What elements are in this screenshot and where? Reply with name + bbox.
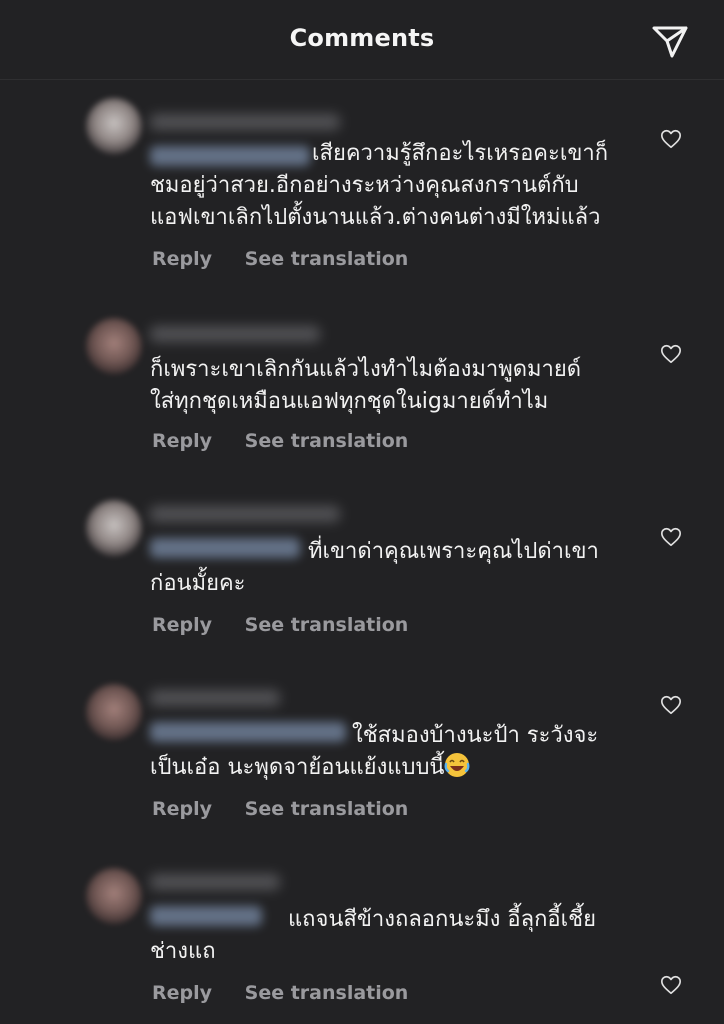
- comment-line: ช่างแถ: [150, 939, 216, 964]
- comment-line: เสียความรู้สึกอะไรเหรอคะเขาก็: [312, 141, 609, 166]
- comment-actions: Reply See translation: [152, 614, 408, 636]
- like-button[interactable]: [660, 343, 682, 365]
- like-button[interactable]: [660, 974, 682, 996]
- comment-actions: Reply See translation: [152, 430, 408, 452]
- avatar[interactable]: [86, 868, 142, 924]
- comment-line: แถจนสีข้างถลอกนะมึง อี้ลุกอี้เชี้ย: [288, 907, 596, 932]
- heart-icon: [661, 975, 681, 995]
- heart-icon: [661, 527, 681, 547]
- comment-line: ก่อนมั้ยคะ: [150, 571, 246, 596]
- paper-plane-icon: [652, 26, 688, 58]
- share-button[interactable]: [650, 20, 690, 60]
- page-title: Comments: [289, 24, 435, 52]
- reply-button[interactable]: Reply: [152, 614, 212, 636]
- header-bar: Comments: [0, 0, 724, 80]
- comment-text: แถจนสีข้างถลอกนะมึง อี้ลุกอี้เชี้ย ช่างแ…: [150, 904, 670, 968]
- reply-button[interactable]: Reply: [152, 430, 212, 452]
- username-blurred[interactable]: [150, 690, 280, 706]
- comment-line: แอฟเขาเลิกไปตั้งนานแล้ว.ต่างคนต่างมีใหม่…: [150, 205, 601, 230]
- comment-item: ที่เขาด่าคุณเพราะคุณไปด่าเขา ก่อนมั้ยคะ …: [0, 492, 724, 652]
- comment-actions: Reply See translation: [152, 248, 408, 270]
- like-button[interactable]: [660, 128, 682, 150]
- comment-actions: Reply See translation: [152, 798, 408, 820]
- see-translation-button[interactable]: See translation: [245, 614, 409, 636]
- avatar[interactable]: [86, 500, 142, 556]
- comment-item: ใช้สมองบ้างนะป้า ระวังจะ เป็นเอ๋อ นะพุดจ…: [0, 676, 724, 836]
- comment-text: เสียความรู้สึกอะไรเหรอคะเขาก็ ชมอยู่ว่าส…: [150, 138, 670, 234]
- comment-item: เสียความรู้สึกอะไรเหรอคะเขาก็ ชมอยู่ว่าส…: [0, 80, 724, 290]
- comment-text: ที่เขาด่าคุณเพราะคุณไปด่าเขา ก่อนมั้ยคะ: [150, 536, 670, 600]
- username-blurred[interactable]: [150, 506, 340, 522]
- reply-button[interactable]: Reply: [152, 248, 212, 270]
- comment-line: ก็เพราะเขาเลิกกันแล้วไงทำไมต้องมาพูดมายด…: [150, 357, 582, 382]
- comment-line: ใช้สมองบ้างนะป้า ระวังจะ: [352, 723, 599, 748]
- laughing-emoji-icon: [444, 752, 470, 778]
- comment-line: เป็นเอ๋อ นะพุดจาย้อนแย้งแบบนี้: [150, 752, 670, 784]
- comment-text: ก็เพราะเขาเลิกกันแล้วไงทำไมต้องมาพูดมายด…: [150, 354, 670, 418]
- username-blurred[interactable]: [150, 326, 320, 342]
- comment-line: ใส่ทุกชุดเหมือนแอฟทุกชุดในigมายด์ทำไม: [150, 389, 549, 414]
- comments-list: เสียความรู้สึกอะไรเหรอคะเขาก็ ชมอยู่ว่าส…: [0, 80, 724, 1024]
- like-button[interactable]: [660, 526, 682, 548]
- heart-icon: [661, 344, 681, 364]
- heart-icon: [661, 129, 681, 149]
- comment-item: ก็เพราะเขาเลิกกันแล้วไงทำไมต้องมาพูดมายด…: [0, 308, 724, 468]
- heart-icon: [661, 695, 681, 715]
- see-translation-button[interactable]: See translation: [245, 430, 409, 452]
- avatar[interactable]: [86, 684, 142, 740]
- comment-item: แถจนสีข้างถลอกนะมึง อี้ลุกอี้เชี้ย ช่างแ…: [0, 860, 724, 1024]
- reply-button[interactable]: Reply: [152, 798, 212, 820]
- reply-button[interactable]: Reply: [152, 982, 212, 1004]
- like-button[interactable]: [660, 694, 682, 716]
- comment-line: ชมอยู่ว่าสวย.อีกอย่างระหว่างคุณสงกรานต์ก…: [150, 173, 579, 198]
- avatar[interactable]: [86, 98, 142, 154]
- avatar[interactable]: [86, 318, 142, 374]
- comment-actions: Reply See translation: [152, 982, 408, 1004]
- comment-text: ใช้สมองบ้างนะป้า ระวังจะ เป็นเอ๋อ นะพุดจ…: [150, 720, 670, 784]
- see-translation-button[interactable]: See translation: [245, 248, 409, 270]
- see-translation-button[interactable]: See translation: [245, 798, 409, 820]
- see-translation-button[interactable]: See translation: [245, 982, 409, 1004]
- username-blurred[interactable]: [150, 874, 280, 890]
- username-blurred[interactable]: [150, 114, 340, 130]
- comment-line: ที่เขาด่าคุณเพราะคุณไปด่าเขา: [308, 539, 599, 564]
- comment-line-text: เป็นเอ๋อ นะพุดจาย้อนแย้งแบบนี้: [150, 755, 445, 780]
